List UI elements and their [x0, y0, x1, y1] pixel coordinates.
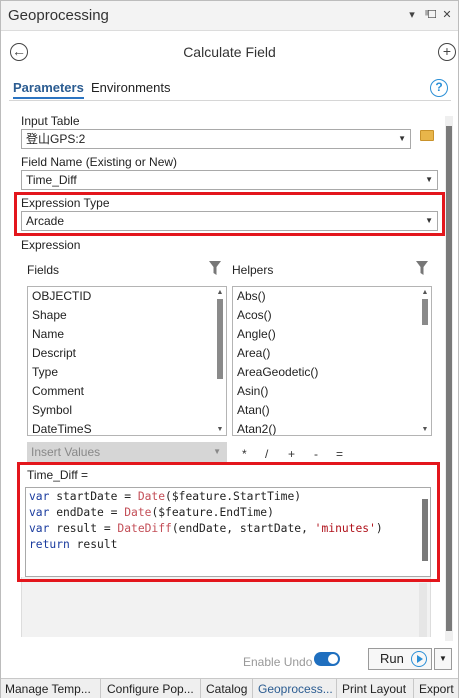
geoprocessing-pane: Geoprocessing ▾ ᴵᴵ ☐ ✕ ← Calculate Field…	[0, 0, 459, 698]
list-item[interactable]: AreaGeodetic()	[233, 363, 431, 382]
toggle-knob	[328, 654, 338, 664]
list-item[interactable]: OBJECTID	[28, 287, 226, 306]
pane-title: Geoprocessing	[8, 7, 109, 24]
code-line-3: var result = DateDiff(endDate, startDate…	[29, 522, 383, 535]
parameters-scrollbar[interactable]	[445, 116, 453, 641]
tool-tabs: Parameters Environments ?	[1, 77, 458, 101]
operator-plus[interactable]: +	[288, 447, 295, 461]
tab-export[interactable]: Export	[419, 682, 454, 696]
chevron-down-icon: ▼	[439, 654, 447, 663]
helpers-scrollbar[interactable]: ▲ ▼	[421, 289, 429, 433]
field-name-label: Field Name (Existing or New)	[21, 155, 178, 169]
tab-divider	[200, 679, 201, 698]
chevron-down-icon: ▼	[425, 175, 433, 184]
list-item[interactable]: Asin()	[233, 382, 431, 401]
tab-parameters[interactable]: Parameters	[13, 80, 84, 99]
expression-type-value: Arcade	[26, 214, 65, 228]
chevron-down-icon: ▼	[425, 216, 433, 225]
list-item[interactable]: Area()	[233, 344, 431, 363]
maximize-icon[interactable]: ☐	[425, 8, 439, 22]
chevron-down-icon: ▼	[398, 134, 406, 143]
close-icon[interactable]: ✕	[440, 8, 454, 22]
list-item[interactable]: Shape	[28, 306, 226, 325]
help-icon[interactable]: ?	[430, 79, 448, 97]
tab-manage-templates[interactable]: Manage Temp...	[5, 682, 91, 696]
scrollbar-thumb[interactable]	[422, 499, 428, 561]
scrollbar-thumb[interactable]	[217, 299, 223, 379]
run-label: Run	[380, 651, 404, 666]
tool-header: ← Calculate Field +	[1, 31, 458, 77]
input-table-select[interactable]: 登山GPS:2 ▼	[21, 129, 411, 149]
list-item[interactable]: Symbol	[28, 401, 226, 420]
list-item[interactable]: Abs()	[233, 287, 431, 306]
code-line-2: var endDate = Date($feature.EndTime)	[29, 506, 274, 519]
operator-multiply[interactable]: *	[242, 447, 247, 461]
helpers-label: Helpers	[232, 263, 274, 277]
tab-catalog[interactable]: Catalog	[206, 682, 247, 696]
bottom-tab-bar: Manage Temp... Configure Pop... Catalog …	[1, 678, 458, 698]
scroll-up-icon[interactable]: ▲	[216, 289, 224, 296]
tab-divider	[252, 679, 253, 698]
title-bar: Geoprocessing ▾ ᴵᴵ ☐ ✕	[1, 1, 458, 31]
tabs-divider	[9, 100, 451, 101]
tab-divider	[413, 679, 414, 698]
scroll-down-icon[interactable]: ▼	[421, 426, 429, 433]
tab-environments[interactable]: Environments	[91, 80, 170, 95]
editor-scrollbar[interactable]	[421, 489, 429, 575]
run-options-button[interactable]: ▼	[434, 648, 452, 670]
list-item[interactable]: Atan2()	[233, 420, 431, 435]
operator-divide[interactable]: /	[265, 447, 268, 461]
browse-folder-icon[interactable]	[420, 130, 434, 141]
expression-editor[interactable]: var startDate = Date($feature.StartTime)…	[25, 487, 431, 577]
list-item[interactable]: DateTimeS	[28, 420, 226, 435]
insert-values-select: Insert Values ▼	[27, 442, 227, 462]
scrollbar-thumb[interactable]	[446, 126, 452, 631]
fields-label: Fields	[27, 263, 60, 277]
list-item[interactable]: Angle()	[233, 325, 431, 344]
code-line-4: return result	[29, 538, 118, 551]
add-icon[interactable]: +	[438, 43, 456, 61]
scrollbar-thumb[interactable]	[422, 299, 428, 325]
tab-print-layout[interactable]: Print Layout	[342, 682, 406, 696]
tab-divider	[336, 679, 337, 698]
expression-type-label: Expression Type	[21, 196, 110, 210]
code-line-1: var startDate = Date($feature.StartTime)	[29, 490, 302, 503]
enable-undo-label: Enable Undo	[243, 655, 313, 669]
list-item[interactable]: Atan()	[233, 401, 431, 420]
expression-type-select[interactable]: Arcade ▼	[21, 211, 438, 231]
helpers-list[interactable]: Abs() Acos() Angle() Area() AreaGeodetic…	[232, 286, 432, 436]
input-table-label: Input Table	[21, 114, 80, 128]
scroll-down-icon[interactable]: ▼	[216, 426, 224, 433]
tab-configure-popups[interactable]: Configure Pop...	[107, 682, 194, 696]
operator-minus[interactable]: -	[314, 447, 318, 461]
list-item[interactable]: Name	[28, 325, 226, 344]
expression-lower-area	[21, 577, 431, 637]
enable-undo-toggle[interactable]	[314, 652, 340, 666]
tool-title: Calculate Field	[183, 44, 276, 60]
field-name-value: Time_Diff	[26, 173, 77, 187]
expression-label: Expression	[21, 238, 81, 252]
play-icon	[411, 651, 427, 667]
fields-filter-icon[interactable]	[209, 261, 221, 275]
fields-list[interactable]: OBJECTID Shape Name Descript Type Commen…	[27, 286, 227, 436]
field-name-select[interactable]: Time_Diff ▼	[21, 170, 438, 190]
insert-values-label: Insert Values	[31, 445, 101, 459]
list-item[interactable]: Descript	[28, 344, 226, 363]
list-item[interactable]: Comment	[28, 382, 226, 401]
helpers-filter-icon[interactable]	[416, 261, 428, 275]
expression-target: Time_Diff =	[27, 468, 89, 482]
list-item[interactable]: Acos()	[233, 306, 431, 325]
options-menu-icon[interactable]: ▾	[405, 8, 419, 22]
fields-scrollbar[interactable]: ▲ ▼	[216, 289, 224, 433]
tab-divider	[100, 679, 101, 698]
input-table-value: 登山GPS:2	[26, 132, 86, 146]
operator-equals[interactable]: =	[336, 447, 343, 461]
scroll-up-icon[interactable]: ▲	[421, 289, 429, 296]
run-button[interactable]: Run	[368, 648, 432, 670]
tab-geoprocessing[interactable]: Geoprocess...	[258, 682, 333, 696]
chevron-down-icon: ▼	[213, 447, 221, 456]
list-item[interactable]: Type	[28, 363, 226, 382]
lower-scrollbar[interactable]	[419, 583, 427, 637]
